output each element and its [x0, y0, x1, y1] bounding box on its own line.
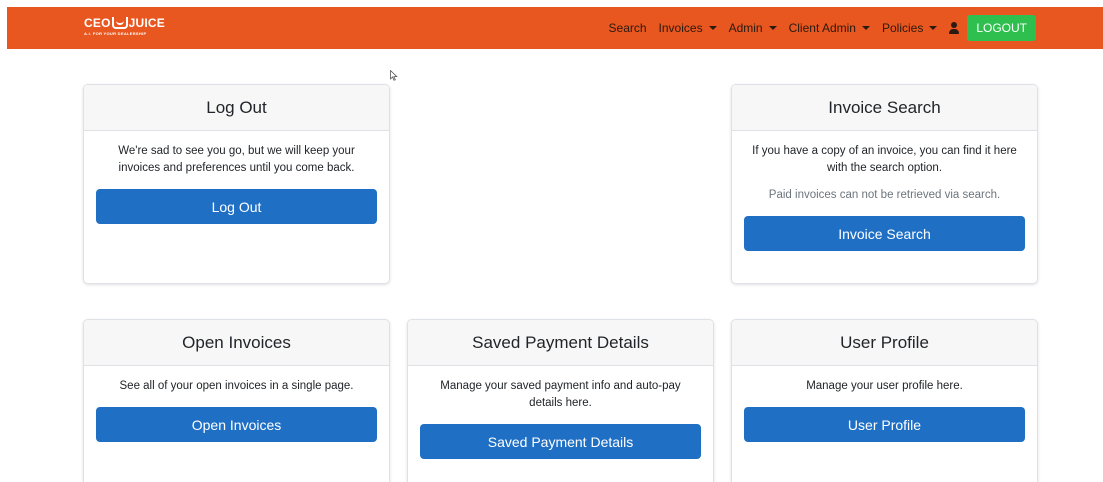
brand-main-text: CEO [84, 16, 111, 30]
user-profile-card: User Profile Manage your user profile he… [731, 319, 1038, 482]
card-title: Log Out [84, 85, 389, 131]
nav-policies-label: Policies [881, 21, 924, 35]
mouse-pointer-icon [390, 70, 398, 81]
nav-invoices-dropdown[interactable]: Invoices [659, 21, 717, 35]
card-title: Open Invoices [84, 320, 389, 366]
logout-card-button[interactable]: Log Out [96, 189, 377, 224]
nav-search[interactable]: Search [609, 21, 647, 35]
card-note: Paid invoices can not be retrieved via s… [768, 189, 1001, 201]
open-invoices-card: Open Invoices See all of your open invoi… [83, 319, 390, 482]
card-title: Saved Payment Details [408, 320, 713, 366]
nav-admin-label: Admin [728, 21, 763, 35]
open-invoices-button[interactable]: Open Invoices [96, 407, 377, 442]
user-profile-button[interactable]: User Profile [744, 407, 1025, 442]
top-navbar: CEO JUICE A.I. FOR YOUR DEALERSHIP Searc… [7, 7, 1103, 49]
card-description: We're sad to see you go, but we will kee… [118, 145, 355, 174]
nav-client-admin-dropdown[interactable]: Client Admin [789, 21, 870, 35]
nav-invoices-label: Invoices [658, 21, 703, 35]
brand-wordmark: CEO JUICE [84, 16, 174, 30]
brand-tagline: A.I. FOR YOUR DEALERSHIP [84, 31, 147, 36]
card-body: See all of your open invoices in a singl… [84, 366, 389, 442]
caret-down-icon [768, 26, 777, 30]
card-body: Manage your saved payment info and auto-… [408, 366, 713, 459]
card-description: If you have a copy of an invoice, you ca… [752, 145, 1017, 174]
caret-down-icon [708, 26, 717, 30]
brand-logo[interactable]: CEO JUICE A.I. FOR YOUR DEALERSHIP [84, 16, 174, 38]
caret-down-icon [929, 26, 938, 30]
card-title: User Profile [732, 320, 1037, 366]
invoice-search-button[interactable]: Invoice Search [744, 216, 1025, 251]
card-body: If you have a copy of an invoice, you ca… [732, 131, 1037, 251]
nav-menu: Search Invoices Admin Client Admin Polic… [609, 7, 1103, 49]
nav-client-admin-label: Client Admin [788, 21, 856, 35]
card-body: We're sad to see you go, but we will kee… [84, 131, 389, 224]
nav-admin-dropdown[interactable]: Admin [729, 21, 777, 35]
logout-button[interactable]: LOGOUT [967, 15, 1036, 41]
card-description: See all of your open invoices in a singl… [119, 380, 354, 392]
card-body: Manage your user profile here. User Prof… [732, 366, 1037, 442]
cup-icon [111, 17, 128, 29]
invoice-search-card: Invoice Search If you have a copy of an … [731, 84, 1038, 284]
caret-down-icon [861, 26, 870, 30]
saved-payment-card: Saved Payment Details Manage your saved … [407, 319, 714, 482]
nav-search-label: Search [608, 21, 647, 35]
logout-card: Log Out We're sad to see you go, but we … [83, 84, 390, 284]
card-description: Manage your saved payment info and auto-… [440, 380, 681, 409]
brand-suffix-text: JUICE [128, 16, 165, 30]
nav-policies-dropdown[interactable]: Policies [881, 21, 938, 35]
saved-payment-button[interactable]: Saved Payment Details [420, 424, 701, 459]
card-description: Manage your user profile here. [806, 380, 963, 392]
user-icon[interactable] [949, 22, 960, 34]
card-title: Invoice Search [732, 85, 1037, 131]
